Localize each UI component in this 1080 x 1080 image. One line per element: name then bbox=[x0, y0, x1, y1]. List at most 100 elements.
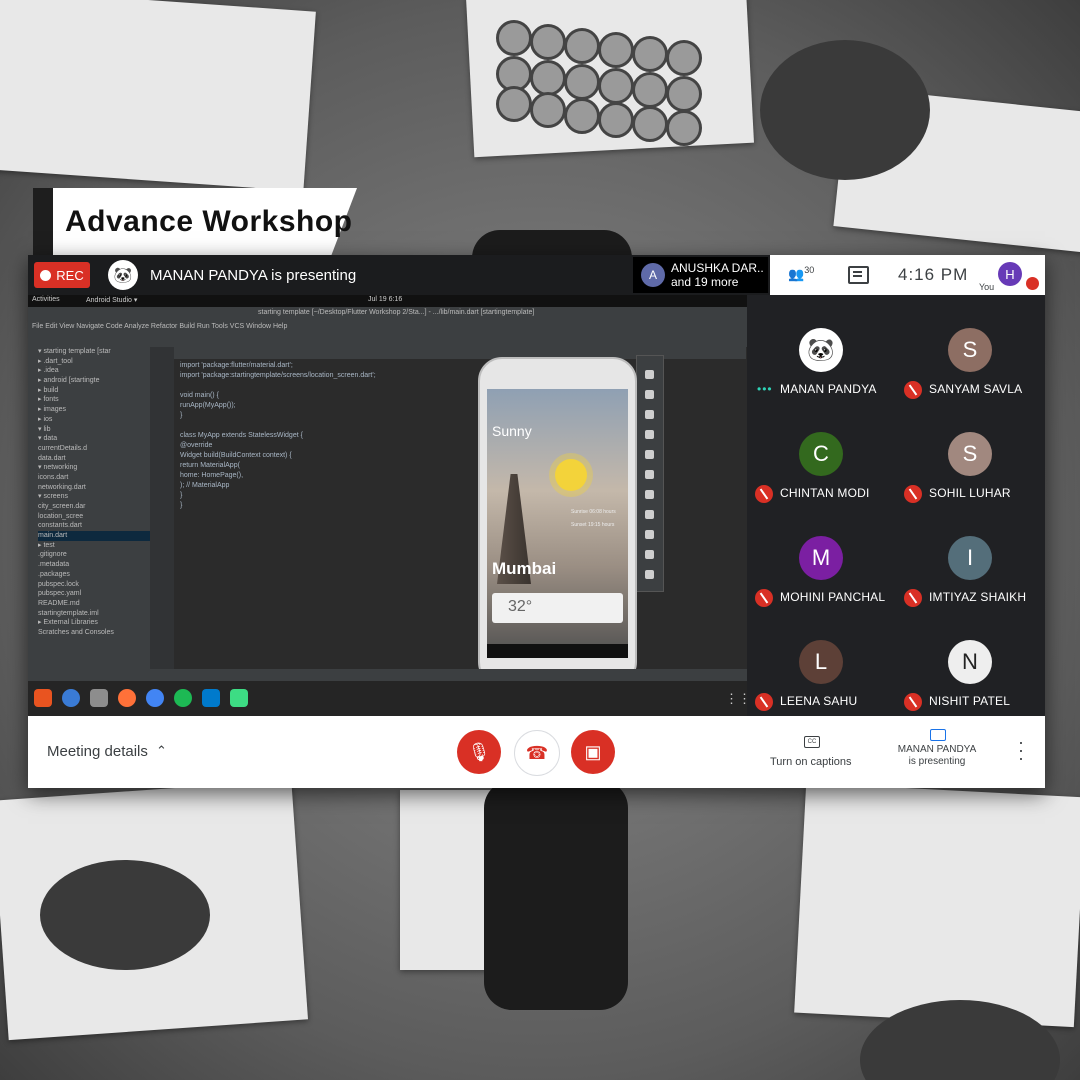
captions-button[interactable]: Turn on captions bbox=[770, 756, 852, 768]
people-icon: 👥 bbox=[788, 266, 805, 282]
mic-toggle-button[interactable]: 🎙 bbox=[457, 730, 501, 774]
meeting-details-button[interactable]: Meeting details bbox=[47, 743, 148, 760]
participant-tile[interactable]: M MOHINI PANCHAL bbox=[747, 523, 896, 627]
muted-mic-icon bbox=[904, 589, 922, 607]
help-icon[interactable] bbox=[62, 689, 80, 707]
muted-mic-icon bbox=[755, 693, 773, 711]
phone-nav-bar bbox=[487, 644, 628, 658]
people-button[interactable]: 👥30 bbox=[788, 265, 814, 282]
participant-tile[interactable]: C CHINTAN MODI bbox=[747, 419, 896, 523]
home-icon[interactable] bbox=[645, 530, 654, 539]
rotate-right-icon[interactable] bbox=[645, 450, 654, 459]
chat-icon[interactable] bbox=[848, 266, 869, 284]
more-icon[interactable] bbox=[645, 570, 654, 579]
banner-accent-bar bbox=[33, 188, 53, 256]
weather-app-screen[interactable]: Sunny Sunrise 06:08 hours Sunset 19:15 h… bbox=[487, 389, 628, 644]
participant-avatar: I bbox=[948, 536, 992, 580]
phone-photo-bottom bbox=[484, 780, 628, 1010]
os-top-bar: Activities Android Studio ▾ Jul 19 6:16 bbox=[28, 295, 747, 307]
muted-mic-icon bbox=[904, 381, 922, 399]
firefox-icon[interactable] bbox=[118, 689, 136, 707]
sunset-text: Sunset 19:15 hours bbox=[571, 522, 615, 528]
weather-city: Mumbai bbox=[492, 559, 557, 578]
participant-avatar: 🐼 bbox=[799, 328, 843, 372]
project-tree: ▾ starting template [star ▸ .dart_tool ▸… bbox=[38, 347, 150, 669]
ide-title-bar: starting template [~/Desktop/Flutter Wor… bbox=[28, 307, 747, 321]
os-app-menu[interactable]: Android Studio ▾ bbox=[86, 296, 137, 304]
speaker-avatar: A bbox=[641, 263, 665, 287]
chromium-icon[interactable] bbox=[146, 689, 164, 707]
recording-badge: REC bbox=[34, 262, 90, 288]
speaker-name: ANUSHKA DAR.. and 19 more bbox=[671, 261, 764, 289]
participant-name: LEENA SAHU bbox=[780, 694, 858, 708]
paper-sheet bbox=[0, 0, 316, 192]
workshop-title: Advance Workshop bbox=[65, 205, 353, 238]
present-screen-icon[interactable] bbox=[930, 729, 946, 741]
software-center-icon[interactable] bbox=[34, 689, 52, 707]
os-activities[interactable]: Activities bbox=[32, 296, 60, 303]
participant-name: MOHINI PANCHAL bbox=[780, 590, 886, 604]
temperature-card: 32° bbox=[492, 593, 623, 623]
emulator-controls bbox=[636, 355, 664, 592]
power-icon[interactable] bbox=[645, 370, 654, 379]
participant-tile[interactable]: I IMTIYAZ SHAIKH bbox=[896, 523, 1045, 627]
muted-mic-icon bbox=[755, 485, 773, 503]
participant-avatar: L bbox=[799, 640, 843, 684]
ide-toolbar bbox=[28, 333, 747, 348]
ide-menu-bar: File Edit View Navigate Code Analyze Ref… bbox=[28, 321, 747, 333]
ide-status-bar bbox=[28, 669, 747, 681]
people-count: 30 bbox=[804, 265, 815, 275]
participant-grid: 🐼 ••• MANAN PANDYA S SANYAM SAVLA C CHIN… bbox=[747, 295, 1045, 716]
leave-call-button[interactable]: ☎ bbox=[514, 730, 560, 776]
top-right-controls: 👥30 4:16 PM H You bbox=[770, 255, 1045, 295]
volume-up-icon[interactable] bbox=[645, 390, 654, 399]
muted-mic-icon bbox=[755, 589, 773, 607]
camera-toggle-button[interactable]: ▣ bbox=[571, 730, 615, 774]
more-options-icon[interactable]: · · · bbox=[1018, 733, 1024, 767]
participant-tile[interactable]: 🐼 ••• MANAN PANDYA bbox=[747, 315, 896, 419]
active-speaker-chip[interactable]: A ANUSHKA DAR.. and 19 more bbox=[633, 257, 768, 293]
editor-gutter bbox=[150, 347, 174, 669]
paper-sheet bbox=[794, 782, 1080, 1028]
back-icon[interactable] bbox=[645, 510, 654, 519]
self-label: You bbox=[979, 282, 995, 292]
screenshot-icon[interactable] bbox=[645, 470, 654, 479]
camera-off-icon: ▣ bbox=[584, 741, 602, 762]
top-bar: REC 🐼 MANAN PANDYA is presenting A ANUSH… bbox=[28, 255, 1045, 295]
participant-avatar: S bbox=[948, 328, 992, 372]
bottom-bar: Meeting details ⌃ 🎙 ☎ ▣ CC Turn on capti… bbox=[28, 716, 1045, 788]
self-muted-icon bbox=[1026, 277, 1039, 290]
captions-icon[interactable]: CC bbox=[804, 736, 820, 748]
meet-window: REC 🐼 MANAN PANDYA is presenting A ANUSH… bbox=[28, 255, 1045, 788]
hand bbox=[40, 860, 210, 970]
screen-share: Activities Android Studio ▾ Jul 19 6:16 … bbox=[28, 295, 747, 716]
presenting-button[interactable]: MANAN PANDYA is presenting bbox=[897, 744, 977, 768]
os-dock: ⋮⋮ bbox=[28, 681, 747, 716]
vscode-icon[interactable] bbox=[202, 689, 220, 707]
volume-down-icon[interactable] bbox=[645, 410, 654, 419]
zoom-icon[interactable] bbox=[645, 490, 654, 499]
self-avatar[interactable]: H bbox=[998, 262, 1022, 286]
meeting-clock: 4:16 PM bbox=[898, 265, 969, 284]
participant-avatar: N bbox=[948, 640, 992, 684]
participant-avatar: M bbox=[799, 536, 843, 580]
participant-avatar: C bbox=[799, 432, 843, 476]
participant-name: SOHIL LUHAR bbox=[929, 486, 1011, 500]
os-clock: Jul 19 6:16 bbox=[368, 296, 403, 303]
apps-grid-icon[interactable]: ⋮⋮ bbox=[725, 691, 747, 707]
files-icon[interactable] bbox=[90, 689, 108, 707]
weather-condition: Sunny bbox=[492, 423, 532, 439]
chevron-up-icon[interactable]: ⌃ bbox=[156, 743, 167, 759]
presenter-avatar: 🐼 bbox=[108, 260, 138, 290]
spotify-icon[interactable] bbox=[174, 689, 192, 707]
participant-tile[interactable]: S SOHIL LUHAR bbox=[896, 419, 1045, 523]
presenting-status: MANAN PANDYA is presenting bbox=[150, 267, 357, 284]
overview-icon[interactable] bbox=[645, 550, 654, 559]
rotate-left-icon[interactable] bbox=[645, 430, 654, 439]
muted-mic-icon bbox=[904, 485, 922, 503]
hand bbox=[760, 40, 930, 180]
android-studio-icon[interactable] bbox=[230, 689, 248, 707]
speaking-indicator-icon: ••• bbox=[757, 382, 773, 396]
participant-tile[interactable]: S SANYAM SAVLA bbox=[896, 315, 1045, 419]
participant-name: MANAN PANDYA bbox=[780, 382, 877, 396]
